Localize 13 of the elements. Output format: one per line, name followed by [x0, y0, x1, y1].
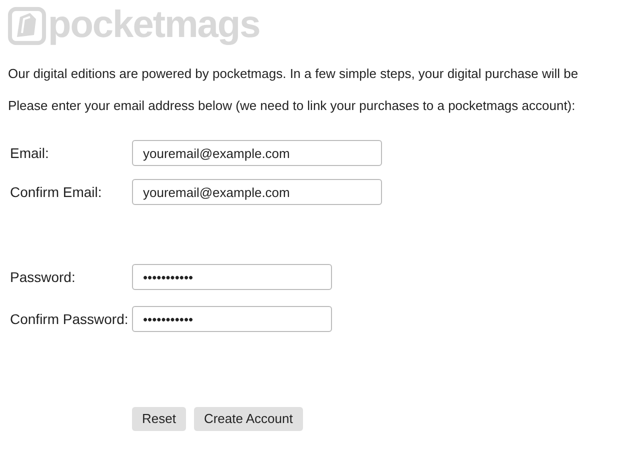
intro-text: Please enter your email address below (we need to link your purchases to a pocketmags account): [8, 96, 576, 115]
password-field[interactable]: ••••••••••• [132, 306, 332, 332]
form-button[interactable]: Create Account [194, 407, 303, 431]
field-label: Confirm Email: [10, 184, 103, 200]
field-label: Email: [10, 146, 50, 160]
email-field[interactable]: youremail@example.com [132, 179, 382, 205]
field-label: Password: [10, 270, 76, 284]
logo-icon [8, 7, 46, 45]
intro-text: Our digital editions are powered by pocketmags. In a few simple steps, your digital purchase will be [8, 65, 578, 83]
email-field[interactable]: youremail@example.com [132, 140, 382, 166]
password-field[interactable]: ••••••••••• [132, 264, 332, 290]
field-label: Confirm Password: [10, 312, 130, 326]
form-button[interactable]: Reset [132, 407, 186, 431]
